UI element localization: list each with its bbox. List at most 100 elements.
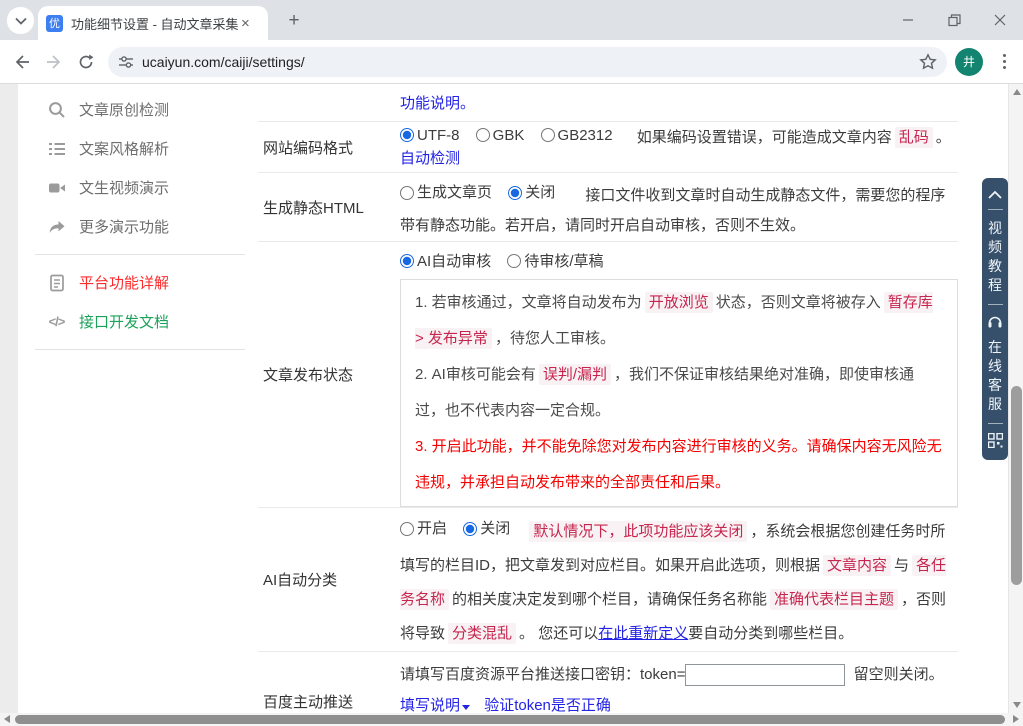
default-off-highlight: 默认情况下，此项功能应该关闭 (529, 520, 748, 542)
share-arrow-icon (47, 217, 66, 236)
search-icon (47, 100, 66, 119)
online-service-button[interactable]: 在线客服 (987, 338, 1003, 414)
sidebar-item-style-analysis[interactable]: 文案风格解析 (18, 129, 258, 168)
tab-strip: 优 功能细节设置 - 自动文章采集器 × + (0, 0, 1023, 40)
redefine-link[interactable]: 在此重新定义 (598, 625, 688, 642)
headset-icon (988, 316, 1002, 328)
tab-search-button[interactable] (7, 7, 34, 34)
code-icon: </> (48, 314, 66, 329)
encoding-radio-utf8[interactable]: UTF-8 (400, 127, 460, 144)
close-button[interactable] (977, 0, 1023, 40)
floating-side-panel: 视频教程 在线客服 (982, 178, 1008, 460)
reload-button[interactable] (70, 46, 102, 78)
vertical-scroll-thumb[interactable] (1011, 386, 1022, 585)
page-panel: 文章原创检测 文案风格解析 文生视频演示 更多演示功能 平台功能详解 </> 接… (18, 84, 1008, 726)
new-tab-button[interactable]: + (282, 9, 306, 33)
bookmark-button[interactable] (919, 52, 937, 71)
minimize-icon (903, 19, 913, 21)
settings-table: 功能说明。 网站编码格式 UTF-8 GBK GB2312 如果编码设置错误，可… (258, 84, 958, 726)
token-input[interactable] (685, 663, 846, 686)
restore-button[interactable] (931, 0, 977, 40)
encoding-label: 网站编码格式 (263, 139, 354, 157)
back-icon (15, 54, 29, 69)
browser-window: 优 功能细节设置 - 自动文章采集器 × + ucaiyun.com/caiji… (0, 0, 1023, 726)
garbled-highlight: 乱码 (894, 127, 933, 148)
liability-warning: 3. 开启此功能，并不能免除您对发布内容进行审核的义务。请确保内容无风险无违规，… (415, 437, 942, 491)
star-icon (919, 52, 937, 70)
sidebar-divider (35, 349, 245, 350)
sidebar: 文章原创检测 文案风格解析 文生视频演示 更多演示功能 平台功能详解 </> 接… (18, 84, 258, 358)
verify-token-link[interactable]: 验证token是否正确 (484, 697, 611, 714)
tab-close-icon[interactable]: × (241, 16, 250, 31)
classify-radio-off[interactable]: 关闭 (463, 512, 510, 546)
forward-button[interactable] (38, 46, 70, 78)
auto-detect-link[interactable]: 自动检测 (400, 150, 460, 167)
page-viewport: 文章原创检测 文案风格解析 文生视频演示 更多演示功能 平台功能详解 </> 接… (0, 84, 1023, 726)
panel-divider (987, 209, 1003, 210)
scroll-down-arrow[interactable] (1013, 702, 1021, 708)
vertical-scrollbar[interactable] (1008, 84, 1023, 713)
sidebar-item-label: 更多演示功能 (79, 219, 170, 236)
encoding-hint: 如果编码设置错误，可能造成文章内容 (636, 129, 892, 146)
video-tutorial-button[interactable]: 视频教程 (987, 219, 1003, 295)
tab-title: 功能细节设置 - 自动文章采集器 (71, 16, 239, 32)
address-bar[interactable]: ucaiyun.com/caiji/settings/ (108, 46, 947, 77)
sidebar-item-platform-features[interactable]: 平台功能详解 (18, 263, 258, 302)
browser-tab[interactable]: 优 功能细节设置 - 自动文章采集器 × (38, 6, 268, 40)
publish-notes-box: 1. 若审核通过，文章将自动发布为 开放浏览 状态，否则文章将被存入 暂存库 > 发布… (400, 278, 958, 507)
feature-description-link[interactable]: 功能说明。 (400, 95, 475, 112)
site-favicon: 优 (46, 14, 63, 32)
sidebar-item-api-docs[interactable]: </> 接口开发文档 (18, 302, 258, 341)
open-browse-highlight: 开放浏览 (644, 291, 713, 313)
sidebar-item-label: 接口开发文档 (79, 314, 170, 331)
restore-icon (947, 13, 961, 26)
publish-radio-draft[interactable]: 待审核/草稿 (507, 250, 604, 271)
sidebar-item-originality-check[interactable]: 文章原创检测 (18, 90, 258, 129)
forward-icon (47, 54, 61, 69)
qr-code-icon[interactable] (987, 433, 1003, 448)
document-icon (47, 273, 66, 292)
row-publish-status: 文章发布状态 AI自动审核 待审核/草稿 1. 若审核通过，文章将自动发布为 开放… (258, 242, 958, 508)
publish-radio-ai-review[interactable]: AI自动审核 (400, 250, 491, 271)
sidebar-item-label: 文章原创检测 (79, 102, 170, 119)
sidebar-item-label: 平台功能详解 (79, 275, 170, 292)
encoding-radio-gbk[interactable]: GBK (475, 127, 524, 144)
back-to-top-icon[interactable] (987, 190, 1003, 200)
scroll-up-arrow[interactable] (1013, 89, 1021, 95)
sidebar-item-text-to-video[interactable]: 文生视频演示 (18, 168, 258, 207)
classify-radio-on[interactable]: 开启 (400, 512, 447, 546)
auto-classify-label: AI自动分类 (263, 571, 338, 589)
panel-divider (987, 423, 1003, 424)
panel-divider (987, 304, 1003, 305)
misjudge-highlight: 误判/漏判 (538, 363, 612, 385)
sidebar-item-label: 文生视频演示 (79, 180, 170, 197)
close-icon (994, 14, 1006, 26)
ordered-list-icon (47, 139, 66, 158)
static-radio-generate[interactable]: 生成文章页 (400, 178, 492, 208)
row-static-html: 生成静态HTML 生成文章页 关闭 接口文件收到文章时自动生成静态文件，需要您的… (258, 173, 958, 242)
profile-avatar[interactable]: 井 (955, 47, 983, 76)
scroll-left-arrow[interactable] (4, 715, 10, 723)
reload-icon (79, 54, 94, 68)
static-html-label: 生成静态HTML (263, 199, 364, 217)
fill-instructions-link[interactable]: 填写说明 (400, 697, 471, 714)
row-intro: 功能说明。 (258, 84, 958, 122)
scroll-right-arrow[interactable] (1013, 715, 1019, 723)
horizontal-scrollbar[interactable] (0, 713, 1023, 726)
minimize-button[interactable] (885, 0, 931, 40)
sidebar-item-label: 文案风格解析 (79, 141, 170, 158)
window-controls (885, 0, 1023, 40)
sidebar-divider (35, 254, 245, 255)
encoding-radio-gb2312[interactable]: GB2312 (540, 127, 613, 144)
sidebar-item-more-demos[interactable]: 更多演示功能 (18, 207, 258, 246)
chevron-down-icon (462, 704, 471, 710)
static-radio-off[interactable]: 关闭 (508, 178, 555, 208)
row-encoding: 网站编码格式 UTF-8 GBK GB2312 如果编码设置错误，可能造成文章内… (258, 122, 958, 173)
back-button[interactable] (6, 46, 38, 78)
horizontal-scroll-thumb[interactable] (15, 715, 1005, 724)
video-camera-icon (47, 178, 66, 197)
chevron-down-icon (14, 17, 27, 25)
site-settings-icon (119, 55, 133, 68)
url-text[interactable]: ucaiyun.com/caiji/settings/ (142, 54, 919, 70)
browser-menu-button[interactable] (993, 48, 1015, 76)
